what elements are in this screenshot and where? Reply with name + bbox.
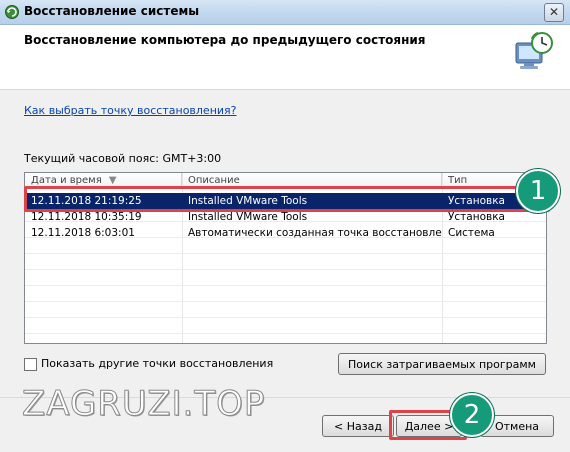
- row-line: [25, 333, 546, 334]
- back-button[interactable]: < Назад: [322, 415, 394, 437]
- step-badge-1: 1: [516, 169, 560, 213]
- table-row[interactable]: 12.11.2018 6:03:01 Автоматически созданн…: [25, 225, 546, 241]
- scan-affected-programs-button[interactable]: Поиск затрагиваемых программ: [338, 353, 546, 375]
- system-restore-icon: [5, 5, 19, 19]
- close-button[interactable]: ✕: [544, 3, 564, 22]
- row-line: [25, 269, 546, 270]
- cell-type: Система: [448, 227, 495, 239]
- row-line: [25, 285, 546, 286]
- show-more-label: Показать другие точки восстановления: [41, 357, 274, 370]
- page-title: Восстановление компьютера до предыдущего…: [24, 33, 426, 47]
- row-line: [25, 301, 546, 302]
- computer-clock-icon: [515, 31, 553, 69]
- cell-date: 12.11.2018 6:03:01: [31, 227, 135, 239]
- row-line: [25, 253, 546, 254]
- row-line: [25, 317, 546, 318]
- show-more-checkbox[interactable]: [24, 358, 37, 371]
- window-title: Восстановление системы: [24, 4, 200, 18]
- watermark-logo: ZAGRUZI.TOP: [21, 384, 266, 425]
- header-panel: Восстановление компьютера до предыдущего…: [0, 25, 570, 90]
- title-bar: Восстановление системы ✕: [0, 0, 570, 25]
- cell-description: Автоматически созданная точка восстановл…: [188, 227, 442, 239]
- system-restore-window: Восстановление системы ✕ Восстановление …: [0, 0, 570, 452]
- timezone-label: Текущий часовой пояс: GMT+3:00: [24, 152, 222, 165]
- selected-row-highlight: [24, 186, 550, 212]
- sort-arrow-icon: ▼: [108, 175, 117, 186]
- step-badge-2: 2: [450, 393, 494, 437]
- how-to-choose-link[interactable]: Как выбрать точку восстановления?: [24, 104, 237, 117]
